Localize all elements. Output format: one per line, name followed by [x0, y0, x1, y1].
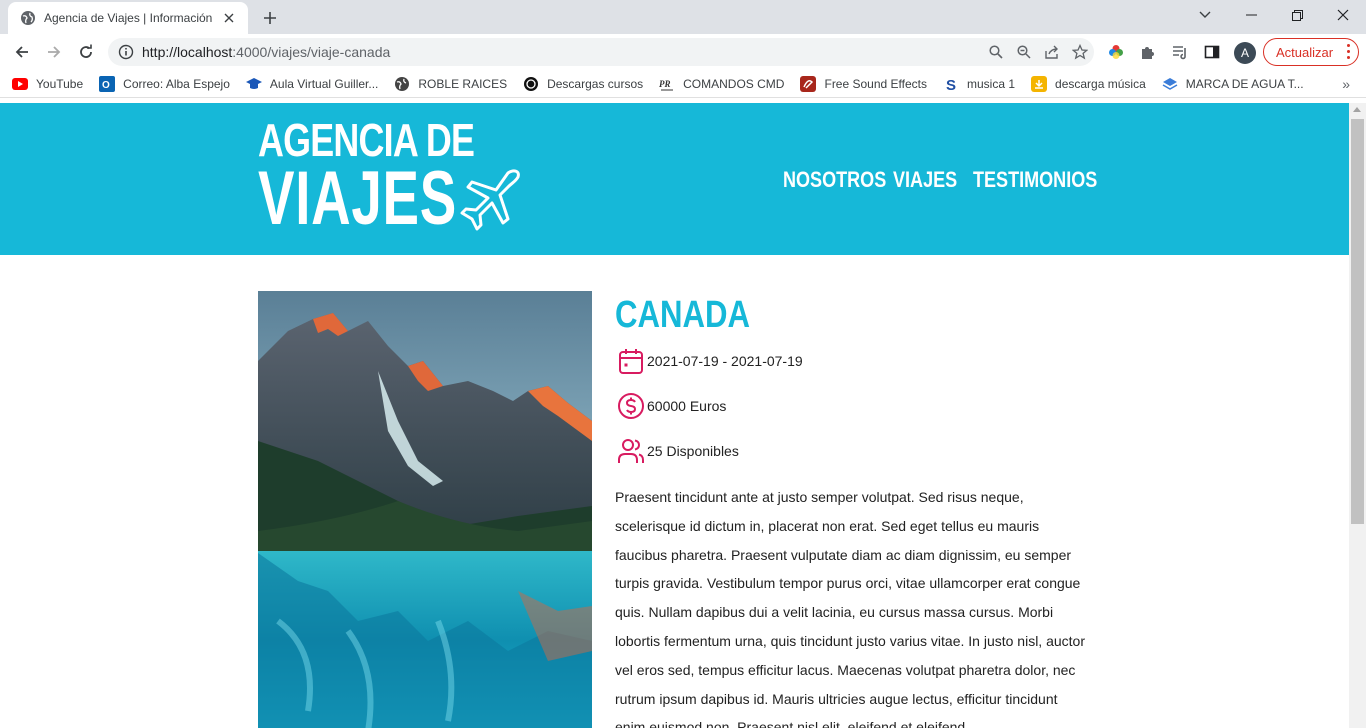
bookmark-item[interactable]: Smusica 1 [943, 76, 1015, 92]
users-icon [617, 437, 645, 465]
close-tab-icon[interactable] [220, 9, 238, 27]
bookmark-item[interactable]: ROBLE RAICES [394, 76, 507, 92]
bookmark-label: Aula Virtual Guiller... [269, 76, 379, 91]
svg-text:PR: PR [659, 79, 671, 89]
pr-icon: PR [659, 76, 675, 92]
media-control-icon[interactable] [1166, 38, 1194, 66]
bookmark-item[interactable]: YouTube [12, 76, 83, 92]
calendar-icon [617, 347, 645, 375]
logo-text-line2[interactable]: VIAJES [258, 161, 457, 237]
page-viewport: AGENCIA DE VIAJES NOSOTROS VIAJES TESTIM… [0, 103, 1349, 728]
s-icon: S [943, 76, 959, 92]
nav-link-viajes[interactable]: VIAJES [893, 167, 957, 193]
bookmark-item[interactable]: PR COMANDOS CMD [659, 76, 784, 92]
more-menu-icon[interactable] [1347, 44, 1350, 59]
extensions-puzzle-icon[interactable] [1134, 38, 1162, 66]
svg-text:S: S [946, 77, 956, 92]
trip-availability: 25 Disponibles [647, 443, 739, 459]
restore-button[interactable] [1274, 0, 1320, 30]
trip-availability-row: 25 Disponibles [617, 437, 739, 465]
sound-effects-icon [800, 75, 817, 92]
scrollbar-thumb[interactable] [1351, 119, 1364, 524]
youtube-icon [12, 76, 28, 92]
trip-description: Praesent tincidunt ante at justo semper … [615, 489, 1085, 728]
trip-price: 60000 Euros [647, 398, 727, 414]
main-nav: NOSOTROS VIAJES TESTIMONIOS [783, 167, 1097, 193]
bookmark-label: MARCA DE AGUA T... [1185, 76, 1304, 91]
zoom-icon[interactable] [1010, 38, 1038, 66]
close-window-button[interactable] [1320, 0, 1366, 30]
page-scrollbar[interactable] [1349, 103, 1366, 728]
bookmark-label: descarga música [1055, 76, 1146, 91]
reload-button[interactable] [72, 38, 100, 66]
bookmark-item[interactable]: Free Sound Effects [800, 75, 927, 92]
side-panel-icon[interactable] [1198, 38, 1226, 66]
minimize-button[interactable] [1228, 0, 1274, 30]
scroll-up-arrow-icon[interactable] [1353, 107, 1361, 112]
tab-strip: Agencia de Viajes | Información d [0, 0, 1366, 34]
site-info-icon[interactable] [118, 44, 134, 60]
graduation-cap-icon [245, 76, 262, 92]
url-text[interactable]: http://localhost:4000/viajes/viaje-canad… [142, 44, 982, 60]
bookmark-label: Descargas cursos [547, 76, 644, 91]
browser-toolbar: http://localhost:4000/viajes/viaje-canad… [0, 34, 1366, 70]
tab-title: Agencia de Viajes | Información d [44, 11, 214, 25]
layers-icon [1162, 76, 1178, 92]
svg-text:O: O [102, 80, 110, 91]
globe-icon [394, 76, 410, 92]
nav-link-nosotros[interactable]: NOSOTROS [783, 167, 886, 193]
search-page-icon[interactable] [982, 38, 1010, 66]
site-header: AGENCIA DE VIAJES NOSOTROS VIAJES TESTIM… [0, 103, 1349, 255]
folder-download-icon [1031, 75, 1048, 92]
profile-avatar[interactable]: A [1234, 42, 1256, 64]
globe-icon [20, 10, 36, 26]
download-circle-icon [523, 76, 539, 92]
update-button[interactable]: Actualizar [1263, 38, 1359, 66]
bookmark-label: musica 1 [967, 76, 1016, 91]
bookmark-item[interactable]: descarga música [1031, 75, 1146, 92]
bookmarks-bar: YouTube O Correo: Alba Espejo Aula Virtual … [0, 70, 1366, 98]
trip-dates: 2021-07-19 - 2021-07-19 [647, 353, 803, 369]
bookmark-item[interactable]: Descargas cursos [523, 76, 643, 92]
back-button[interactable] [8, 38, 36, 66]
share-icon[interactable] [1038, 38, 1066, 66]
trip-dates-row: 2021-07-19 - 2021-07-19 [617, 347, 803, 375]
trip-photo [258, 291, 592, 728]
trip-title: CANADA [615, 294, 751, 336]
tab-search-icon[interactable] [1182, 0, 1228, 30]
bookmark-item[interactable]: Aula Virtual Guiller... [245, 76, 379, 92]
bookmark-label: ROBLE RAICES [418, 76, 508, 91]
update-button-label: Actualizar [1276, 44, 1334, 60]
bookmark-label: YouTube [36, 76, 84, 91]
bookmark-item[interactable]: O Correo: Alba Espejo [99, 75, 230, 92]
bookmark-label: Free Sound Effects [824, 76, 927, 91]
new-tab-button[interactable] [258, 6, 282, 30]
currency-dollar-icon [617, 392, 645, 420]
browser-tab[interactable]: Agencia de Viajes | Información d [8, 2, 248, 34]
bookmark-item[interactable]: MARCA DE AGUA T... [1162, 76, 1304, 92]
bookmark-star-icon[interactable] [1066, 38, 1094, 66]
color-picker-extension-icon[interactable] [1102, 38, 1130, 66]
outlook-icon: O [99, 75, 116, 92]
airplane-icon [460, 169, 520, 231]
address-bar[interactable]: http://localhost:4000/viajes/viaje-canad… [108, 38, 1094, 66]
forward-button[interactable] [40, 38, 68, 66]
more-bookmarks-icon[interactable]: » [1342, 76, 1350, 92]
bookmark-label: Correo: Alba Espejo [123, 76, 230, 91]
nav-link-testimonios[interactable]: TESTIMONIOS [973, 167, 1097, 193]
trip-price-row: 60000 Euros [617, 392, 726, 420]
bookmark-label: COMANDOS CMD [683, 76, 785, 91]
